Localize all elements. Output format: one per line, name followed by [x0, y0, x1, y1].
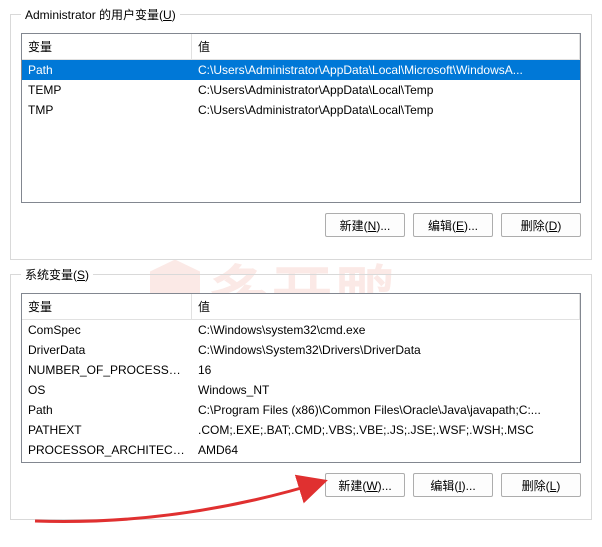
cell-value: C:\Users\Administrator\AppData\Local\Tem… [192, 100, 580, 120]
system-delete-button[interactable]: 删除(L) [501, 473, 581, 497]
column-header-name[interactable]: 变量 [22, 34, 192, 59]
cell-name: NUMBER_OF_PROCESSORS [22, 360, 192, 380]
cell-name: DriverData [22, 340, 192, 360]
cell-name: OS [22, 380, 192, 400]
table-row[interactable]: ComSpecC:\Windows\system32\cmd.exe [22, 320, 580, 340]
table-row[interactable]: DriverDataC:\Windows\System32\Drivers\Dr… [22, 340, 580, 360]
table-row[interactable]: NUMBER_OF_PROCESSORS16 [22, 360, 580, 380]
column-header-value[interactable]: 值 [192, 34, 580, 59]
system-variables-group: 系统变量(S) 变量 值 ComSpecC:\Windows\system32\… [10, 266, 592, 520]
system-button-row: 新建(W)... 编辑(I)... 删除(L) [21, 473, 581, 497]
user-edit-button[interactable]: 编辑(E)... [413, 213, 493, 237]
cell-value: AMD64 [192, 440, 580, 460]
cell-value: 16 [192, 360, 580, 380]
cell-value: C:\Windows\System32\Drivers\DriverData [192, 340, 580, 360]
cell-name: Path [22, 400, 192, 420]
cell-value: C:\Windows\system32\cmd.exe [192, 320, 580, 340]
cell-name: TMP [22, 100, 192, 120]
system-new-button[interactable]: 新建(W)... [325, 473, 405, 497]
cell-name: ComSpec [22, 320, 192, 340]
system-variables-list[interactable]: 变量 值 ComSpecC:\Windows\system32\cmd.exeD… [21, 293, 581, 463]
cell-value: Windows_NT [192, 380, 580, 400]
cell-value: C:\Program Files (x86)\Common Files\Orac… [192, 400, 580, 420]
table-row[interactable]: TEMPC:\Users\Administrator\AppData\Local… [22, 80, 580, 100]
column-header-value[interactable]: 值 [192, 294, 580, 319]
system-edit-button[interactable]: 编辑(I)... [413, 473, 493, 497]
user-variables-group: Administrator 的用户变量(U) 变量 值 PathC:\Users… [10, 6, 592, 260]
column-header-name[interactable]: 变量 [22, 294, 192, 319]
cell-value: .COM;.EXE;.BAT;.CMD;.VBS;.VBE;.JS;.JSE;.… [192, 420, 580, 440]
cell-name: PROCESSOR_ARCHITECT... [22, 440, 192, 460]
user-delete-button[interactable]: 删除(D) [501, 213, 581, 237]
user-variables-legend: Administrator 的用户变量(U) [21, 6, 180, 23]
table-row[interactable]: PATHEXT.COM;.EXE;.BAT;.CMD;.VBS;.VBE;.JS… [22, 420, 580, 440]
table-row[interactable]: PathC:\Users\Administrator\AppData\Local… [22, 60, 580, 80]
cell-value: C:\Users\Administrator\AppData\Local\Tem… [192, 80, 580, 100]
table-row[interactable]: PathC:\Program Files (x86)\Common Files\… [22, 400, 580, 420]
table-row[interactable]: OSWindows_NT [22, 380, 580, 400]
cell-name: PATHEXT [22, 420, 192, 440]
table-row[interactable]: PROCESSOR_ARCHITECT...AMD64 [22, 440, 580, 460]
user-new-button[interactable]: 新建(N)... [325, 213, 405, 237]
user-button-row: 新建(N)... 编辑(E)... 删除(D) [21, 213, 581, 237]
cell-name: TEMP [22, 80, 192, 100]
system-variables-legend: 系统变量(S) [21, 266, 93, 283]
table-row[interactable]: TMPC:\Users\Administrator\AppData\Local\… [22, 100, 580, 120]
user-variables-list[interactable]: 变量 值 PathC:\Users\Administrator\AppData\… [21, 33, 581, 203]
list-header: 变量 值 [22, 34, 580, 60]
list-header: 变量 值 [22, 294, 580, 320]
cell-name: Path [22, 60, 192, 80]
cell-value: C:\Users\Administrator\AppData\Local\Mic… [192, 60, 580, 80]
